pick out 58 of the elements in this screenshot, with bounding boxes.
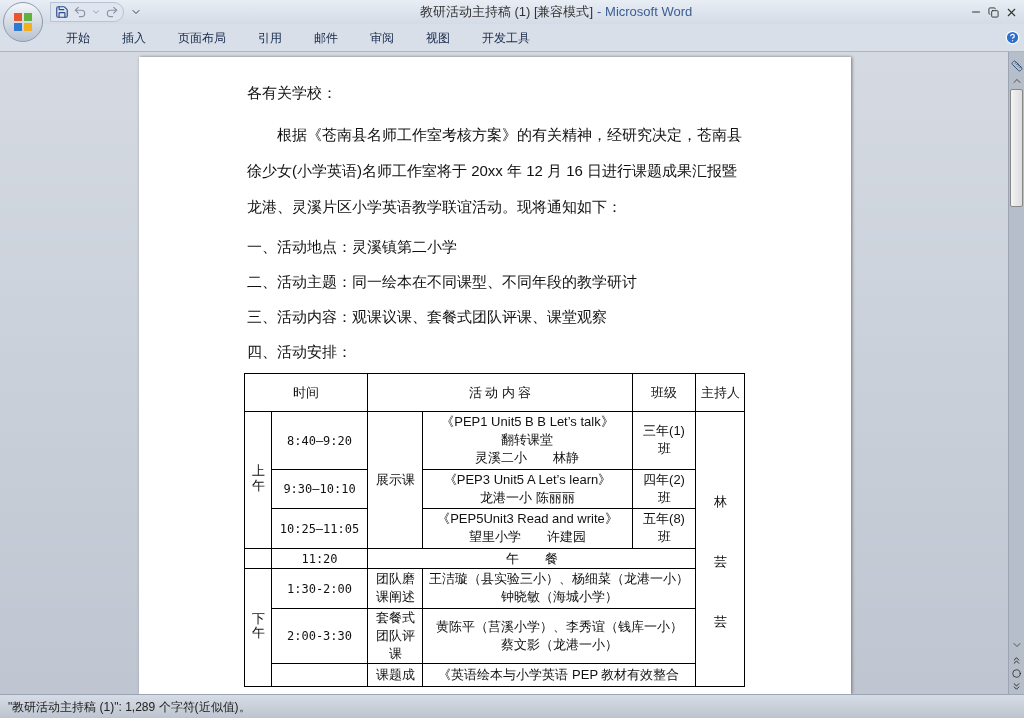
- previous-page-icon[interactable]: [1011, 655, 1022, 666]
- list-item: 二、活动主题：同一绘本在不同课型、不同年段的教学研讨: [247, 272, 638, 292]
- ribbon-tab[interactable]: 视图: [416, 26, 460, 49]
- activity-content: 《PEP3 Unit5 A Let’s learn》 龙港一小 陈丽丽: [443, 470, 612, 507]
- ribbon-tab[interactable]: 开发工具: [472, 26, 540, 49]
- restore-icon[interactable]: [988, 6, 999, 18]
- activity-content: 《PEP5Unit3 Read and write》 望里小学 许建园: [437, 510, 618, 546]
- save-icon[interactable]: [55, 5, 69, 19]
- activity-content: 《PEP1 Unit5 B B Let’s talk》 翻转课堂 灵溪二小 林静: [441, 413, 614, 467]
- activity-type: 展示课: [375, 472, 415, 487]
- time-cell: 8:40—9:20: [287, 433, 352, 448]
- greeting: 各有关学校：: [247, 83, 338, 103]
- time-cell: 2:00-3:30: [287, 629, 352, 643]
- app-name: - Microsoft Word: [597, 3, 693, 22]
- activity-type: 团队磨课阐述: [374, 570, 416, 606]
- time-cell: 1:30-2:00: [287, 581, 352, 596]
- class-cell-text: 五年(8)班: [642, 510, 686, 546]
- ruler-icon[interactable]: [1010, 60, 1023, 72]
- body-paragraph: 根据《苍南县名师工作室考核方案》的有关精神，经研究决定，苍南县徐少女(小学英语)名师工作室将于 20xx 年 12 月 16 日进行课题成果汇报暨龙港、灵溪片区小学英语教学联谊活动。现将通知如下：: [247, 125, 743, 217]
- browse-object-icon[interactable]: [1012, 669, 1021, 678]
- activity-type: 套餐式团队评课: [374, 608, 416, 663]
- activity-content: 王洁璇（县实验三小）、杨细菜（龙港一小） 钟晓敏（海城小学）: [429, 570, 689, 606]
- vertical-scrollbar[interactable]: [1008, 52, 1024, 694]
- status-text: "教研活动主持稿 (1)": 1,289 个字符(近似值)。: [8, 698, 251, 716]
- activity-type: 课题成: [374, 666, 416, 684]
- period-label: 上午: [251, 464, 265, 493]
- ribbon-tab[interactable]: 插入: [112, 26, 156, 49]
- list-item: 四、活动安排：: [247, 342, 353, 362]
- ribbon-tab[interactable]: 页面布局: [168, 26, 236, 49]
- window-title: 教研活动主持稿 (1) [兼容模式]: [419, 3, 594, 22]
- class-cell-text: 三年(1)班: [642, 422, 686, 458]
- table-header: 时间: [293, 384, 319, 400]
- ribbon-tab[interactable]: 邮件: [304, 26, 348, 49]
- activity-content: 《英语绘本与小学英语 PEP 教材有效整合: [438, 666, 680, 684]
- ribbon-tab[interactable]: 开始: [56, 26, 100, 49]
- host-name: 芸: [713, 553, 727, 572]
- table-header: 班级: [651, 384, 677, 400]
- list-item: 三、活动内容：观课议课、套餐式团队评课、课堂观察: [247, 307, 608, 327]
- next-page-icon[interactable]: [1011, 681, 1022, 692]
- class-cell-text: 四年(2)班: [642, 470, 686, 507]
- help-icon[interactable]: [1005, 30, 1020, 45]
- list-item: 一、活动地点：灵溪镇第二小学: [247, 237, 458, 257]
- time-cell: 11:20: [301, 551, 338, 566]
- ribbon-tab[interactable]: 审阅: [360, 26, 404, 49]
- lunch-label: 午 餐: [505, 550, 558, 566]
- office-logo-icon: [12, 11, 34, 33]
- table-header: 主持人: [700, 384, 740, 401]
- host-name: 芸: [713, 613, 727, 632]
- table-header: 活 动 内 容: [468, 384, 532, 400]
- time-cell: 9:30—10:10: [283, 482, 356, 496]
- redo-icon[interactable]: [105, 5, 119, 19]
- activity-content: 黄陈平（莒溪小学）、李秀谊（钱库一小） 蔡文影（龙港一小）: [435, 617, 683, 654]
- office-button[interactable]: [3, 2, 43, 42]
- ribbon-tab[interactable]: 引用: [248, 26, 292, 49]
- scroll-thumb[interactable]: [1010, 89, 1023, 207]
- time-cell: 10:25—11:05: [279, 521, 360, 536]
- host-name: 林: [713, 493, 727, 512]
- period-label: 下午: [251, 611, 265, 641]
